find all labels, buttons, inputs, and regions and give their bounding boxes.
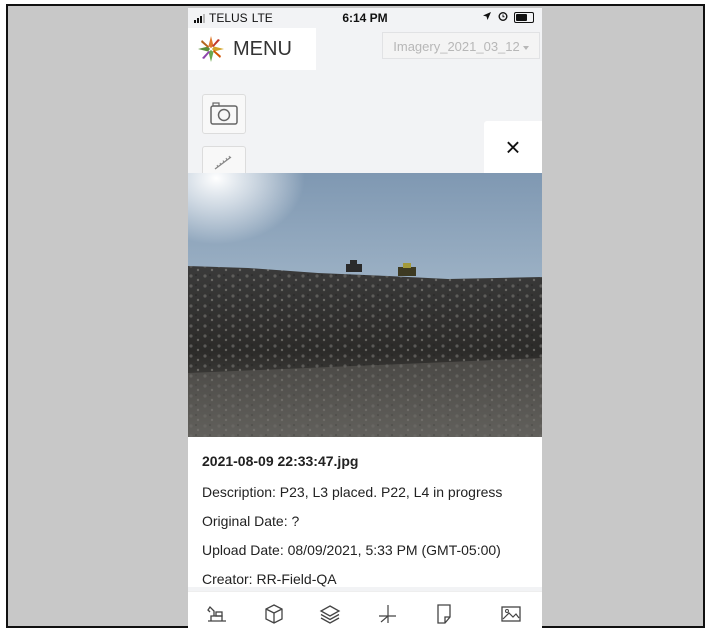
cube-icon[interactable] — [262, 602, 286, 626]
photo-upload-date: Upload Date: 08/09/2021, 5:33 PM (GMT-05… — [202, 542, 501, 558]
imagery-dropdown[interactable]: Imagery_2021_03_12 — [382, 32, 540, 59]
status-bar: TELUS LTE 6:14 PM — [188, 8, 542, 28]
excavator-icon[interactable] — [205, 602, 229, 626]
bottom-toolbar — [188, 591, 542, 634]
close-button[interactable]: × — [484, 121, 542, 173]
camera-button[interactable] — [202, 94, 246, 134]
camera-icon — [210, 102, 238, 125]
imagery-selected-label: Imagery_2021_03_12 — [393, 39, 520, 54]
photo-description: Description: P23, L3 placed. P22, L4 in … — [202, 484, 503, 500]
menu-button[interactable]: MENU — [188, 28, 316, 70]
photo-filename: 2021-08-09 22:33:47.jpg — [202, 453, 359, 469]
chevron-down-icon — [522, 45, 529, 50]
note-icon[interactable] — [432, 602, 456, 626]
alarm-icon — [498, 11, 508, 24]
axes-icon[interactable] — [375, 602, 399, 626]
photo-original-date: Original Date: ? — [202, 513, 300, 529]
photo-info-panel: 2021-08-09 22:33:47.jpg Description: P23… — [188, 437, 542, 587]
photo-creator: Creator: RR-Field-QA — [202, 571, 337, 587]
app-logo-icon — [198, 36, 224, 62]
layers-icon[interactable] — [318, 602, 342, 626]
field-photo — [188, 173, 542, 437]
phone-screen: TELUS LTE 6:14 PM MENU Imagery_2021_03_1… — [188, 8, 542, 634]
image-icon[interactable] — [499, 602, 523, 626]
location-arrow-icon — [482, 11, 492, 24]
status-right — [482, 11, 534, 24]
menu-label: MENU — [233, 38, 292, 60]
battery-icon — [514, 12, 534, 23]
measure-button[interactable] — [202, 146, 246, 176]
